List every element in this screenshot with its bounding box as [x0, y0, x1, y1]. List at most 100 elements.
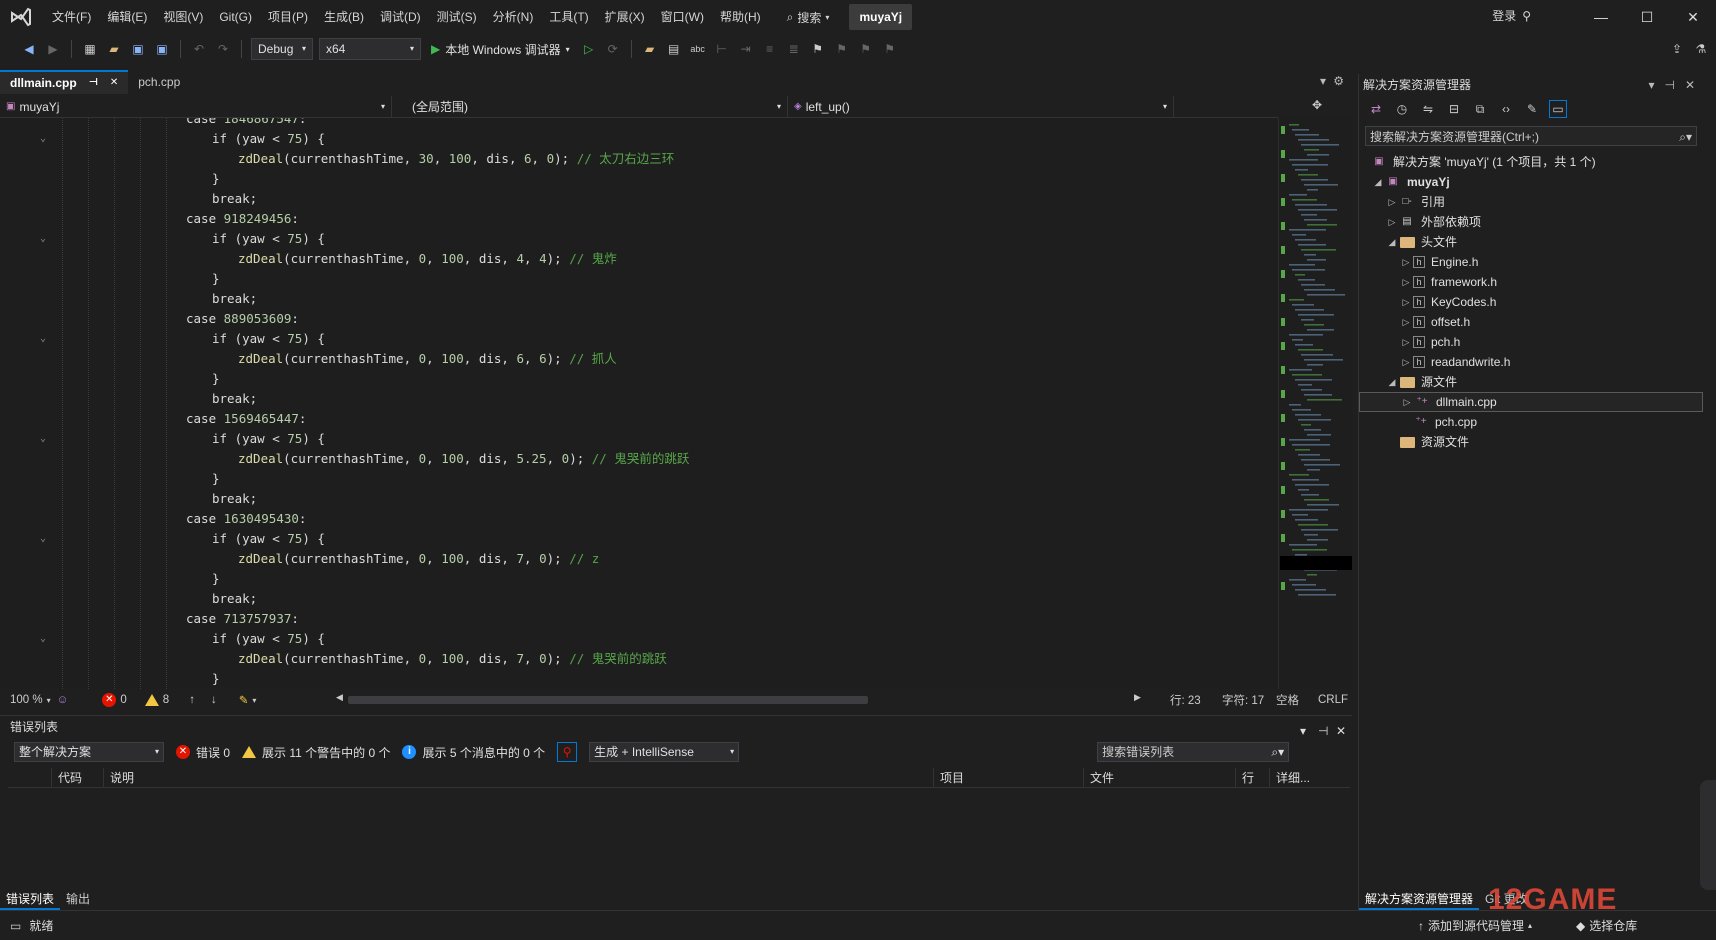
tree-external-deps[interactable]: ▷ ▤ 外部依赖项 [1359, 212, 1703, 232]
side-widget[interactable] [1700, 780, 1716, 890]
char-indicator[interactable]: 字符: 17 [1222, 692, 1264, 708]
code-line[interactable]: case 1846867547: [30, 118, 1272, 129]
open-folder-icon[interactable]: ▰ [641, 40, 659, 58]
bookmark-clear-icon[interactable]: ⚑ [881, 40, 899, 58]
menu-item[interactable]: 测试(S) [429, 0, 485, 34]
tab-output[interactable]: 输出 [60, 888, 96, 910]
close-icon[interactable]: ✕ [1336, 720, 1346, 742]
redo-icon[interactable]: ↷ [214, 40, 232, 58]
horizontal-scrollbar[interactable] [348, 696, 868, 704]
collapsed-icon[interactable]: ▷ [1399, 252, 1413, 272]
collapsed-icon[interactable]: ▷ [1399, 352, 1413, 372]
code-line[interactable]: } [30, 569, 1272, 589]
code-line[interactable]: case 713757937: [30, 609, 1272, 629]
select-repo[interactable]: ◆ 选择仓库 [1576, 917, 1637, 934]
close-button[interactable]: ✕ [1670, 0, 1716, 34]
menu-item[interactable]: 文件(F) [44, 0, 99, 34]
collapsed-icon[interactable]: ▷ [1385, 212, 1399, 232]
minimize-button[interactable]: — [1578, 0, 1624, 34]
pin-icon[interactable]: ⊣ [89, 71, 98, 95]
menu-item[interactable]: 调试(D) [372, 0, 429, 34]
collapsed-icon[interactable]: ▷ [1399, 292, 1413, 312]
warnings-filter-button[interactable]: 展示 11 个警告中的 0 个 [242, 744, 390, 761]
collapsed-icon[interactable]: ▷ [1399, 272, 1413, 292]
maximize-button[interactable]: ☐ [1624, 0, 1670, 34]
code-line[interactable]: ⌄ if (yaw < 75) { [30, 529, 1272, 549]
login-link[interactable]: 登录 ⚲ [1492, 7, 1531, 24]
show-all-files-icon[interactable]: ⧉ [1471, 100, 1489, 118]
tree-header-file[interactable]: ▷ h framework.h [1359, 272, 1703, 292]
scroll-left-icon[interactable]: ◀ [336, 692, 343, 703]
close-icon[interactable]: ✕ [1685, 74, 1695, 96]
start-without-debugging-icon[interactable]: ▷ [580, 40, 598, 58]
code-line[interactable]: ⌄ if (yaw < 75) { [30, 329, 1272, 349]
fold-toggle-icon[interactable]: ⌄ [30, 429, 56, 449]
minimap-viewport-indicator[interactable] [1280, 556, 1352, 570]
arrow-down-icon[interactable]: ↓ [211, 694, 217, 706]
code-line[interactable]: zdDeal(currenthashTime, 0, 100, dis, 4, … [30, 249, 1272, 269]
tab-error-list[interactable]: 错误列表 [0, 888, 61, 910]
tree-project[interactable]: ◢ ▣ muyaYj [1359, 172, 1703, 192]
solution-search-input[interactable]: 搜索解决方案资源管理器(Ctrl+;) ⌕▾ [1365, 126, 1697, 146]
error-scope-select[interactable]: 整个解决方案 ▾ [14, 742, 164, 762]
code-line[interactable]: ⌄ if (yaw < 75) { [30, 429, 1272, 449]
scope-select[interactable]: (全局范围) ▾ [396, 96, 788, 118]
menu-item[interactable]: 视图(V) [155, 0, 211, 34]
collapsed-icon[interactable]: ▷ [1399, 312, 1413, 332]
menu-item[interactable]: 生成(B) [316, 0, 372, 34]
back-icon[interactable]: ◀ [20, 40, 38, 58]
bookmark-icon[interactable]: ⚑ [809, 40, 827, 58]
tree-file-pch-cpp[interactable]: ⁺+ pch.cpp [1359, 412, 1703, 432]
chevron-down-icon[interactable]: ▾ [47, 696, 51, 705]
chevron-down-icon[interactable]: ▾ [252, 696, 256, 705]
filter-icon[interactable]: ⚲ [557, 742, 578, 762]
tab-solution-explorer[interactable]: 解决方案资源管理器 [1359, 888, 1480, 910]
menu-item[interactable]: Git(G) [211, 0, 260, 34]
code-line[interactable]: } [30, 269, 1272, 289]
undo-icon[interactable]: ↶ [190, 40, 208, 58]
menu-item[interactable]: 窗口(W) [653, 0, 712, 34]
code-line[interactable]: } [30, 369, 1272, 389]
minimap[interactable] [1278, 118, 1352, 689]
code-area[interactable]: case 1846867547: ⌄ if (yaw < 75) {zdDeal(c… [30, 118, 1272, 689]
code-line[interactable]: } [30, 469, 1272, 489]
switch-views-icon[interactable]: ⇄ [1367, 100, 1385, 118]
code-line[interactable]: case 889053609: [30, 309, 1272, 329]
project-select[interactable]: ▣ muyaYj ▾ [0, 96, 392, 118]
split-editor-icon[interactable]: ✥ [1312, 98, 1322, 112]
expanded-icon[interactable]: ◢ [1371, 172, 1385, 192]
code-line[interactable]: case 1569465447: [30, 409, 1272, 429]
comment-icon[interactable]: ≡ [761, 40, 779, 58]
collapsed-icon[interactable]: ▷ [1399, 332, 1413, 352]
copilot-icon[interactable]: ☺ [57, 694, 69, 706]
tree-solution[interactable]: ▣ 解决方案 'muyaYj' (1 个项目，共 1 个) [1359, 152, 1703, 172]
col-file[interactable]: 文件 [1084, 768, 1236, 788]
code-line[interactable]: break; [30, 589, 1272, 609]
window-dropdown-icon[interactable]: ▾ [1648, 74, 1654, 96]
tree-header-file[interactable]: ▷ h KeyCodes.h [1359, 292, 1703, 312]
build-filter-select[interactable]: 生成 + IntelliSense ▾ [589, 742, 740, 762]
member-select[interactable]: ◈ left_up() ▾ [788, 96, 1174, 118]
menu-item[interactable]: 扩展(X) [597, 0, 653, 34]
pin-icon[interactable]: ⊣ [1664, 74, 1674, 96]
tree-references[interactable]: ▷ □- 引用 [1359, 192, 1703, 212]
preview-icon[interactable]: ▭ [1549, 100, 1567, 118]
expanded-icon[interactable]: ◢ [1385, 372, 1399, 392]
start-debugging-button[interactable]: ▶ 本地 Windows 调试器 ▾ [427, 41, 574, 58]
align-icon[interactable]: ⊢ [713, 40, 731, 58]
tree-file-dllmain[interactable]: ▷ ⁺+ dllmain.cpp [1359, 392, 1703, 412]
code-line[interactable]: break; [30, 189, 1272, 209]
feedback-icon[interactable]: ⚲ [1522, 9, 1531, 23]
code-line[interactable]: zdDeal(currenthashTime, 0, 100, dis, 7, … [30, 549, 1272, 569]
code-line[interactable]: zdDeal(currenthashTime, 0, 100, dis, 5.2… [30, 449, 1272, 469]
code-line[interactable]: } [30, 169, 1272, 189]
scroll-right-icon[interactable]: ▶ [1134, 692, 1141, 703]
share-icon[interactable]: ⇪ [1668, 40, 1686, 58]
tab-list-dropdown-icon[interactable]: ▾ [1320, 74, 1326, 88]
brush-icon[interactable]: ✎ [239, 693, 249, 707]
tree-headers-folder[interactable]: ◢ 头文件 [1359, 232, 1703, 252]
properties-icon[interactable]: ✎ [1523, 100, 1541, 118]
arrow-up-icon[interactable]: ↑ [189, 694, 195, 706]
indent-icon[interactable]: ⇥ [737, 40, 755, 58]
code-line[interactable]: ⌄ if (yaw < 75) { [30, 229, 1272, 249]
